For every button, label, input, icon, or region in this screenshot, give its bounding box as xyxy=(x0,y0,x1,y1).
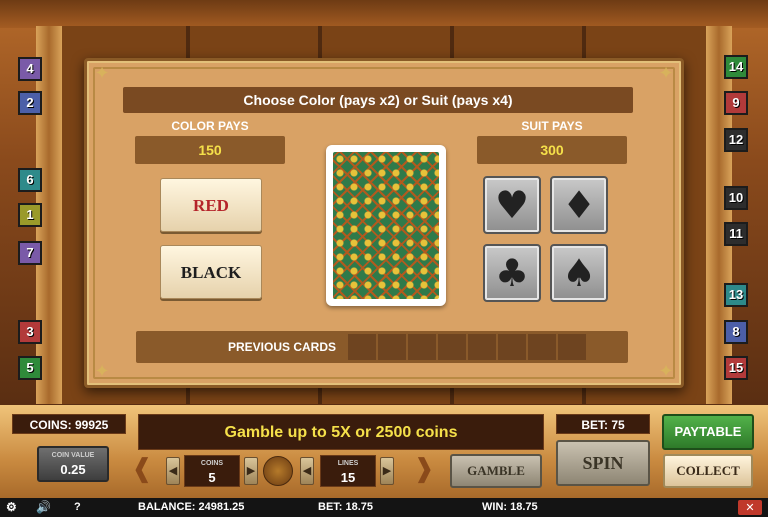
lines-value: 15 xyxy=(340,470,356,485)
coins-label: COINS xyxy=(200,460,224,467)
black-button[interactable]: BLACK xyxy=(160,245,262,299)
close-icon[interactable]: ✕ xyxy=(738,500,762,515)
coin-value-amount: 0.25 xyxy=(60,462,86,477)
lines-label: LINES xyxy=(337,460,359,467)
lines-decrease-button[interactable]: ◀ xyxy=(300,457,314,485)
previous-card-slot xyxy=(408,334,436,360)
payline-badge[interactable]: 4 xyxy=(18,57,42,81)
dialog-title: Choose Color (pays x2) or Suit (pays x4) xyxy=(123,87,633,113)
lines-increase-button[interactable]: ▶ xyxy=(380,457,394,485)
coins-display: COINS: 99925 xyxy=(12,414,126,434)
gamble-dialog: ✦ ✦ ✦ ✦ Choose Color (pays x2) or Suit (… xyxy=(84,58,684,388)
bet-display: BET: 75 xyxy=(556,414,650,434)
previous-card-slot xyxy=(558,334,586,360)
suit-pays-value: 300 xyxy=(477,136,627,164)
color-pays-value: 150 xyxy=(135,136,285,164)
corner-ornament-icon: ✦ xyxy=(94,63,110,84)
left-wing-ornament-icon: ❰ xyxy=(131,454,153,484)
spin-button[interactable]: SPIN xyxy=(556,440,650,486)
win-display: WIN: 18.75 xyxy=(482,501,538,513)
balance-display: BALANCE: 24981.25 xyxy=(138,501,245,513)
payline-badge[interactable]: 1 xyxy=(18,203,42,227)
sound-icon[interactable]: 🔊 xyxy=(36,498,51,517)
previous-card-slot xyxy=(348,334,376,360)
payline-badge[interactable]: 6 xyxy=(18,168,42,192)
previous-card-slot xyxy=(498,334,526,360)
club-icon[interactable]: ♣ xyxy=(483,244,541,302)
payline-badge[interactable]: 14 xyxy=(724,55,748,79)
payline-badge[interactable]: 5 xyxy=(18,356,42,380)
corner-ornament-icon: ✦ xyxy=(658,63,674,84)
previous-cards-bar: PREVIOUS CARDS xyxy=(136,331,628,363)
previous-cards-label: PREVIOUS CARDS xyxy=(228,340,337,354)
coins-value: 5 xyxy=(208,470,216,485)
payline-badge[interactable]: 12 xyxy=(724,128,748,152)
red-button[interactable]: RED xyxy=(160,178,262,232)
lines-stepper: LINES 15 xyxy=(320,455,376,487)
corner-ornament-icon: ✦ xyxy=(658,361,674,382)
payline-badge[interactable]: 8 xyxy=(724,320,748,344)
right-wing-ornament-icon: ❱ xyxy=(413,454,435,484)
payline-badge[interactable]: 13 xyxy=(724,283,748,307)
previous-card-slot xyxy=(468,334,496,360)
total-bet-display: BET: 18.75 xyxy=(318,501,374,513)
coin-value-selector[interactable]: COIN VALUE 0.25 xyxy=(37,446,109,482)
coins-increase-button[interactable]: ▶ xyxy=(244,457,258,485)
payline-badge[interactable]: 11 xyxy=(724,222,748,246)
gamble-button[interactable]: GAMBLE xyxy=(450,454,542,488)
coins-decrease-button[interactable]: ◀ xyxy=(166,457,180,485)
help-icon[interactable]: ? xyxy=(74,498,81,517)
previous-card-slot xyxy=(528,334,556,360)
payline-badge[interactable]: 15 xyxy=(724,356,748,380)
coins-stepper: COINS 5 xyxy=(184,455,240,487)
previous-card-slot xyxy=(438,334,466,360)
settings-gear-icon[interactable]: ⚙ xyxy=(6,498,17,517)
suit-pays-label: SUIT PAYS xyxy=(521,119,583,133)
coin-value-label: COIN VALUE xyxy=(51,452,95,459)
collect-button[interactable]: COLLECT xyxy=(663,454,753,488)
payline-badge[interactable]: 3 xyxy=(18,320,42,344)
payline-badge[interactable]: 10 xyxy=(724,186,748,210)
scarab-icon xyxy=(263,456,293,486)
payline-badge[interactable]: 9 xyxy=(724,91,748,115)
card-back-pattern xyxy=(333,152,439,299)
face-down-card xyxy=(326,145,446,306)
diamond-icon[interactable]: ♦ xyxy=(550,176,608,234)
status-bar: ⚙ 🔊 ? BALANCE: 24981.25 BET: 18.75 WIN: … xyxy=(0,498,768,517)
corner-ornament-icon: ✦ xyxy=(94,361,110,382)
payline-badge[interactable]: 7 xyxy=(18,241,42,265)
right-pillar xyxy=(706,26,732,404)
previous-card-slot xyxy=(378,334,406,360)
game-header-frieze xyxy=(0,0,768,28)
payline-badge[interactable]: 2 xyxy=(18,91,42,115)
spade-icon[interactable]: ♠ xyxy=(550,244,608,302)
heart-icon[interactable]: ♥ xyxy=(483,176,541,234)
previous-cards-slots xyxy=(348,334,586,360)
paytable-button[interactable]: PAYTABLE xyxy=(662,414,754,450)
color-pays-label: COLOR PAYS xyxy=(171,119,249,133)
gamble-message: Gamble up to 5X or 2500 coins xyxy=(138,414,544,450)
